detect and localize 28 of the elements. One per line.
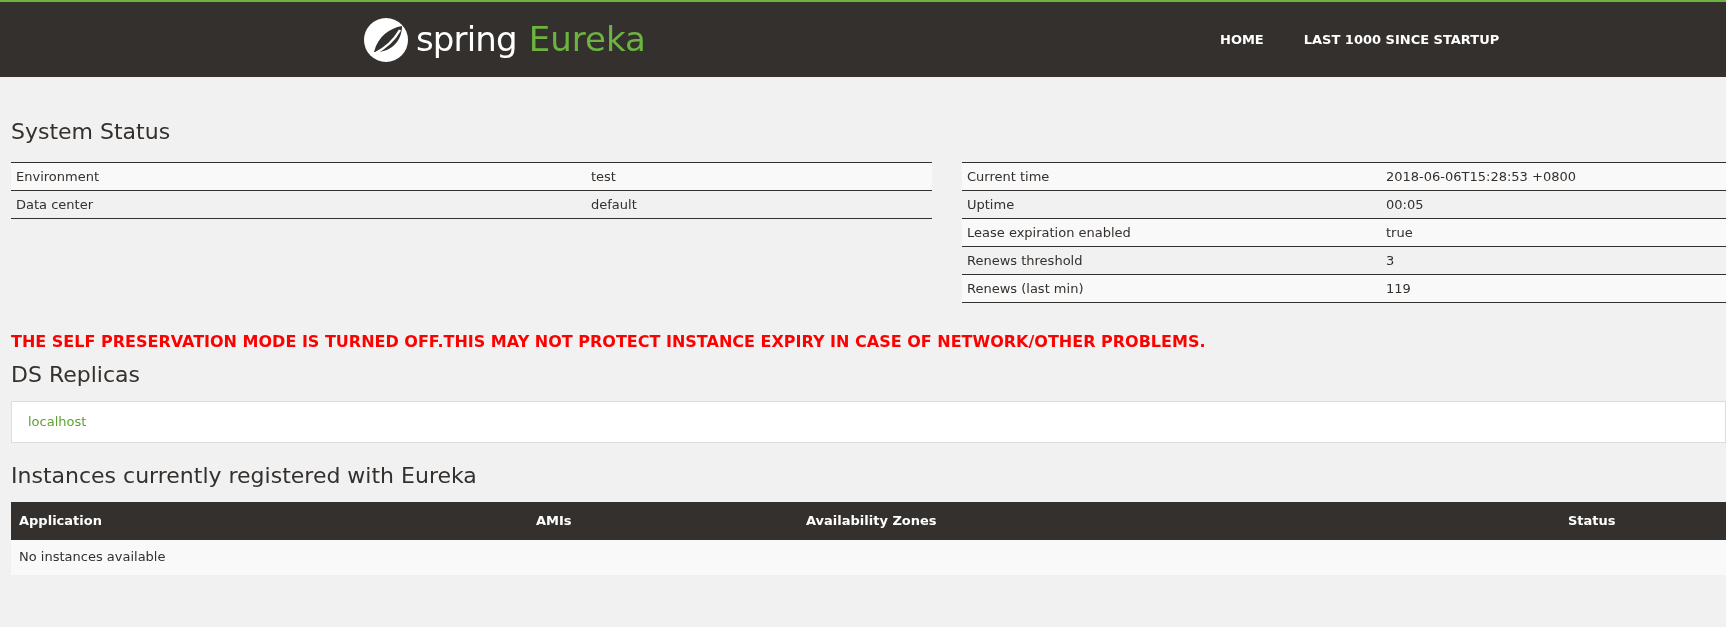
- table-cell-text: 00:05: [1386, 195, 1424, 214]
- nav-link[interactable]: LAST 1000 SINCE STARTUP: [1303, 29, 1500, 50]
- column-header: Status: [1568, 511, 1616, 530]
- table-cell-text: 119: [1386, 279, 1411, 298]
- table-cell-text: Uptime: [966, 195, 1016, 214]
- table-cell-text: Renews threshold: [966, 251, 1084, 270]
- nav-link[interactable]: HOME: [1220, 29, 1264, 50]
- table-cell-text: Lease expiration enabled: [966, 223, 1132, 242]
- section-heading: DS Replicas: [11, 361, 141, 389]
- leaf-logo-icon: [362, 15, 410, 64]
- table-cell-text: 2018-06-06T15:28:53 +0800: [1386, 167, 1576, 186]
- warning-message: THE SELF PRESERVATION MODE IS TURNED OFF.THIS MAY NOT PROTECT INSTANCE EXPIRY IN CASE OF NETWORK/OTHER PROBLEMS.: [11, 331, 1207, 353]
- table-cell-text: default: [591, 195, 637, 214]
- table-cell-text: test: [591, 167, 616, 186]
- column-header: Availability Zones: [806, 511, 938, 530]
- column-header: AMIs: [536, 511, 573, 530]
- logo-text: spring: [416, 18, 517, 61]
- table-cell-text: Data center: [15, 195, 94, 214]
- table-cell-text: Renews (last min): [966, 279, 1085, 298]
- table-cell-text: Current time: [966, 167, 1051, 186]
- column-header: Application: [18, 511, 103, 530]
- empty-message: No instances available: [18, 548, 166, 567]
- table-cell-text: true: [1386, 223, 1413, 242]
- logo-product: Eureka: [528, 18, 646, 61]
- table-cell-text: Environment: [15, 167, 100, 186]
- section-heading: System Status: [11, 118, 172, 146]
- section-heading: Instances currently registered with Eureka: [11, 461, 478, 490]
- table-cell-text: 3: [1386, 251, 1395, 270]
